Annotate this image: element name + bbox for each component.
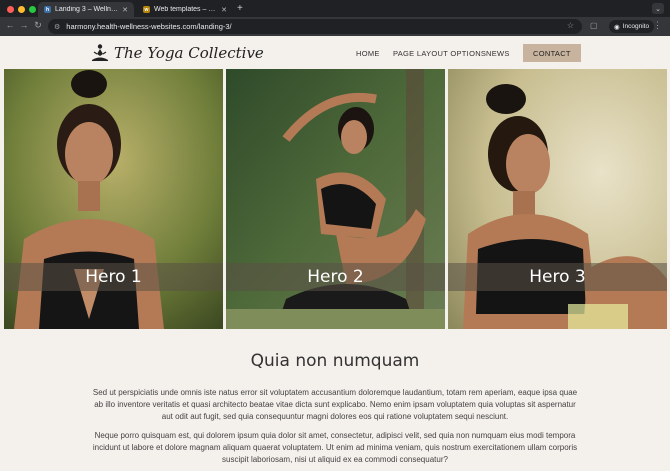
incognito-label: Incognito: [622, 23, 650, 30]
maximize-window-button[interactable]: [29, 6, 36, 13]
close-tab-icon[interactable]: ✕: [221, 6, 227, 14]
site-favicon-icon: w: [143, 6, 150, 13]
close-tab-icon[interactable]: ✕: [122, 6, 128, 14]
menu-icon[interactable]: ⋮: [653, 20, 662, 31]
hero-label-band: Hero 2: [226, 263, 445, 291]
close-window-button[interactable]: [7, 6, 14, 13]
tab-web-templates[interactable]: w Web templates – Health & We ✕: [137, 2, 233, 17]
hero-card-1[interactable]: Hero 1: [4, 69, 223, 329]
section-paragraph-2: Neque porro quisquam est, qui dolorem ip…: [92, 431, 578, 464]
window-controls: [7, 6, 36, 13]
browser-toolbar: ← → ↻ ⚙ harmony.health-wellness-websites…: [0, 17, 670, 36]
hero-card-2[interactable]: Hero 2: [226, 69, 445, 329]
nav-news[interactable]: NEWS: [486, 44, 510, 62]
tab-landing-3[interactable]: h Landing 3 – Wellness Website ✕: [38, 2, 134, 17]
nav-home[interactable]: HOME: [356, 44, 380, 62]
reload-icon[interactable]: ↻: [32, 20, 44, 31]
tune-icon[interactable]: ⚙: [54, 23, 60, 31]
browser-chrome: h Landing 3 – Wellness Website ✕ w Web t…: [0, 0, 670, 36]
tab-search-button[interactable]: ⌄: [652, 3, 664, 14]
address-bar[interactable]: ⚙ harmony.health-wellness-websites.com/l…: [48, 19, 582, 34]
url-text[interactable]: harmony.health-wellness-websites.com/lan…: [66, 22, 231, 31]
site-favicon-icon: h: [44, 6, 51, 13]
minimize-window-button[interactable]: [18, 6, 25, 13]
hero-label-band: Hero 3: [448, 263, 667, 291]
web-page: The Yoga Collective HOME PAGE LAYOUT OPT…: [0, 36, 670, 471]
logo-text: The Yoga Collective: [114, 44, 264, 62]
new-tab-button[interactable]: +: [237, 3, 243, 14]
incognito-indicator[interactable]: ◉ Incognito: [609, 20, 655, 33]
section-heading: Quia non numquam: [250, 351, 420, 371]
nav-page-layout-options[interactable]: PAGE LAYOUT OPTIONS: [393, 44, 486, 62]
tab-title: Web templates – Health & We: [154, 6, 218, 13]
tab-bar: h Landing 3 – Wellness Website ✕ w Web t…: [0, 0, 670, 17]
forward-icon[interactable]: →: [18, 20, 30, 30]
nav-contact-button[interactable]: CONTACT: [523, 44, 581, 62]
star-icon[interactable]: ☆: [567, 21, 574, 30]
hero-label: Hero 1: [85, 267, 142, 287]
tab-title: Landing 3 – Wellness Website: [55, 6, 119, 13]
back-icon[interactable]: ←: [4, 20, 16, 30]
incognito-icon: ◉: [614, 23, 620, 31]
hero-card-3[interactable]: Hero 3: [448, 69, 667, 329]
hero-label: Hero 3: [529, 267, 586, 287]
site-header: The Yoga Collective HOME PAGE LAYOUT OPT…: [0, 36, 670, 69]
hero-label-band: Hero 1: [4, 263, 223, 291]
yoga-logo-icon: [92, 44, 108, 61]
section-paragraph-1: Sed ut perspiciatis unde omnis iste natu…: [92, 388, 578, 421]
extensions-icon[interactable]: ▢: [590, 21, 598, 30]
hero-gallery: Hero 1 Hero 2 Hero 3: [4, 69, 667, 329]
site-logo[interactable]: The Yoga Collective: [90, 43, 264, 63]
hero-label: Hero 2: [307, 267, 364, 287]
